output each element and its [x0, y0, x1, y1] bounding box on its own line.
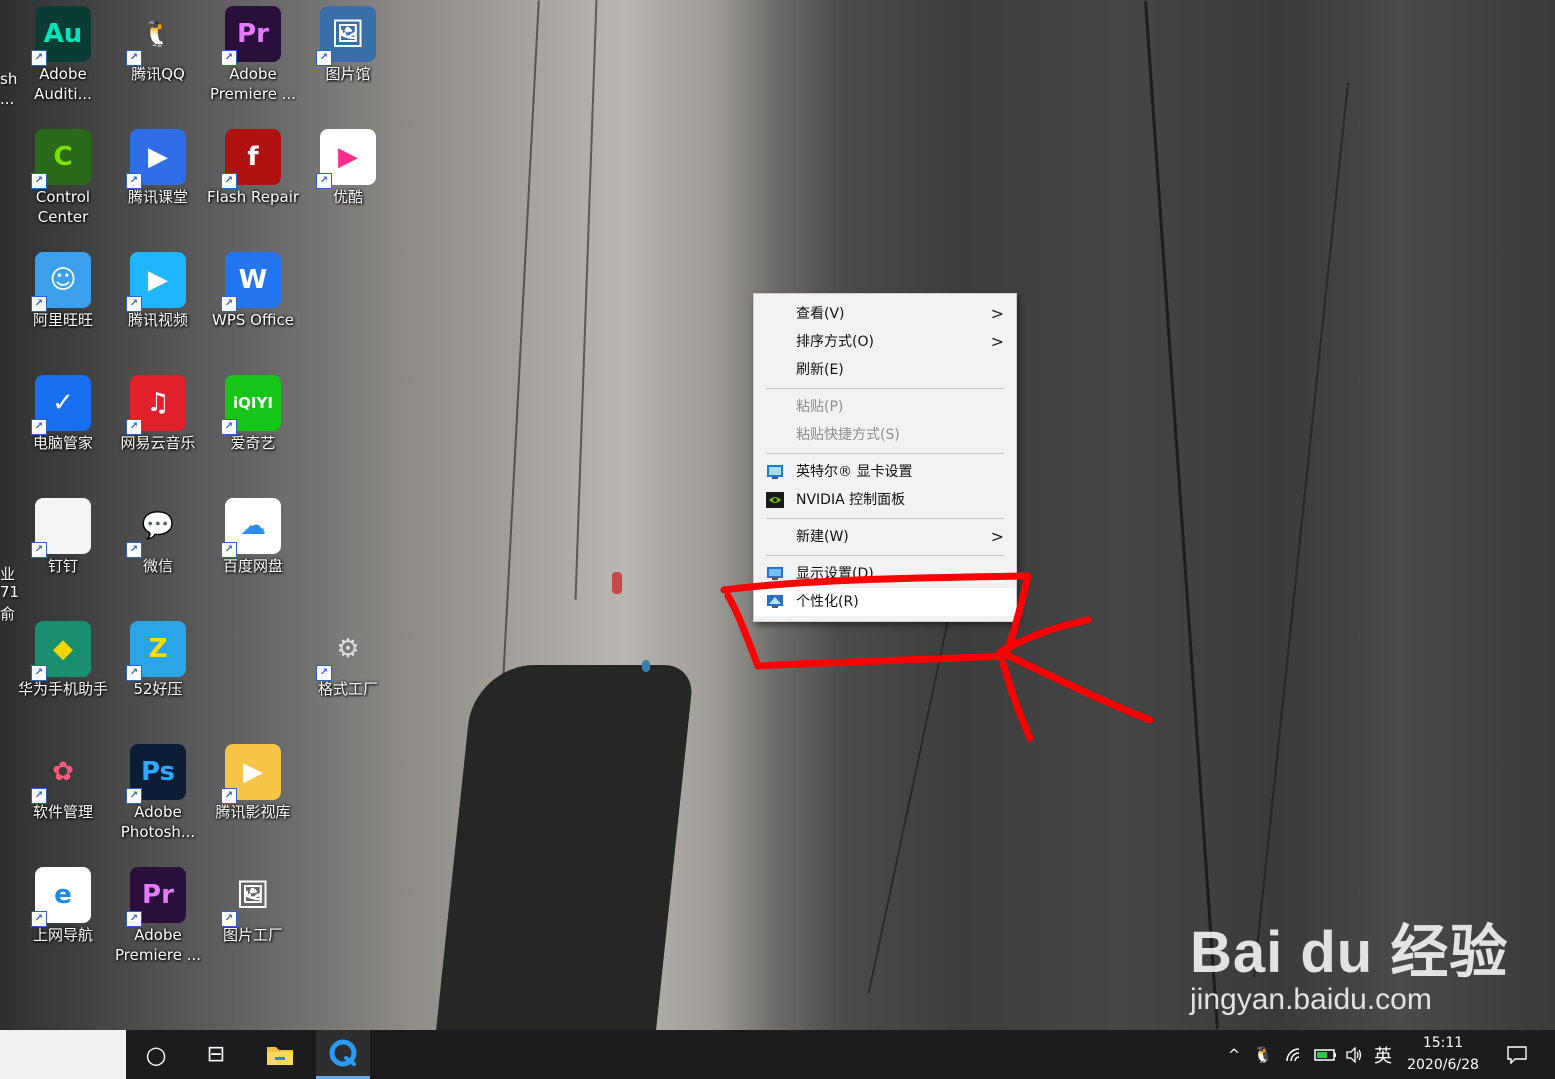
browser-taskbar-button[interactable]	[316, 1030, 370, 1079]
folder-icon	[267, 1046, 293, 1065]
taskbar: ○ ⊟ ^ 🐧 英 15:11 2020/6/28	[0, 1030, 1555, 1079]
qq-tray-icon: 🐧	[1253, 1045, 1273, 1064]
cortana-icon: ○	[145, 1040, 167, 1069]
tray-network[interactable]	[1282, 1030, 1308, 1079]
ime-indicator[interactable]: 英	[1368, 1030, 1398, 1079]
action-center-button[interactable]	[1500, 1030, 1534, 1079]
file-explorer-button[interactable]	[250, 1030, 310, 1079]
watermark-brand: Bai du 经验	[1190, 920, 1509, 985]
ime-label: 英	[1374, 1045, 1392, 1067]
wifi-icon	[1286, 1047, 1300, 1061]
red-annotation	[720, 572, 1154, 742]
baidu-watermark: Bai du 经验 jingyan.baidu.com	[1190, 905, 1508, 1017]
annotation-arrow-shaft	[996, 648, 1154, 724]
taskbar-clock[interactable]: 15:11 2020/6/28	[1398, 1032, 1488, 1076]
clock-date: 2020/6/28	[1407, 1057, 1479, 1073]
clock-time: 15:11	[1422, 1035, 1464, 1051]
volume-icon	[1346, 1046, 1362, 1063]
tray-qq[interactable]: 🐧	[1250, 1030, 1276, 1079]
tray-volume[interactable]	[1342, 1030, 1366, 1079]
browser-icon	[329, 1039, 357, 1067]
notification-icon	[1507, 1045, 1527, 1064]
tray-battery[interactable]	[1312, 1030, 1340, 1079]
chevron-up-icon: ^	[1227, 1045, 1241, 1064]
battery-icon	[1314, 1048, 1336, 1061]
task-view-button[interactable]: ⊟	[186, 1030, 246, 1079]
cortana-button[interactable]: ○	[126, 1030, 186, 1079]
annotation-outline	[720, 572, 1032, 670]
tray-overflow-button[interactable]: ^	[1222, 1030, 1246, 1079]
task-view-icon: ⊟	[206, 1042, 226, 1067]
taskbar-search-box[interactable]	[0, 1030, 126, 1079]
